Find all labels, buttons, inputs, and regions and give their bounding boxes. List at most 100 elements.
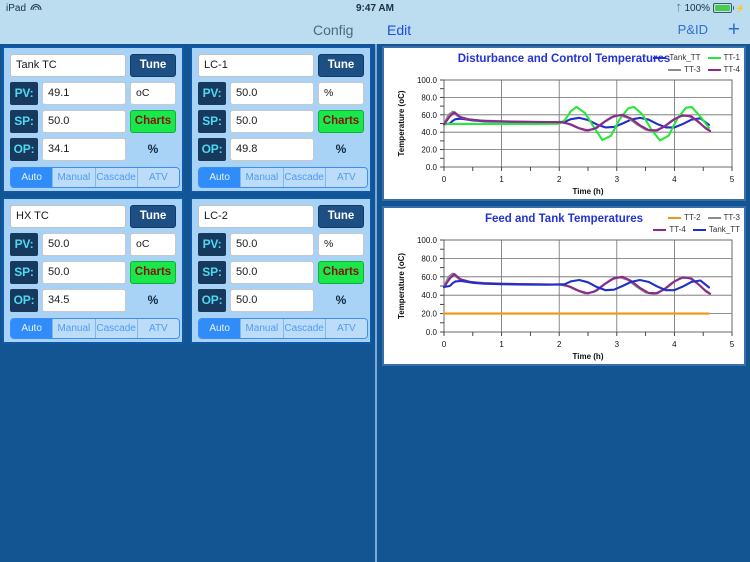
controller-tag-input[interactable]: LC-1	[198, 54, 314, 77]
legend-item: TT-1	[707, 53, 740, 63]
controller-tag-row: LC-2 Tune	[198, 205, 364, 228]
mode-option-atv[interactable]: ATV	[137, 168, 179, 187]
svg-text:5: 5	[730, 175, 735, 184]
pid-button[interactable]: P&ID	[678, 16, 708, 44]
mode-option-cascade[interactable]: Cascade	[283, 319, 326, 338]
charts-button[interactable]: Charts	[130, 110, 176, 133]
pv-value[interactable]: 50.0	[230, 233, 314, 256]
op-value[interactable]: 49.8	[230, 138, 314, 161]
mode-option-atv[interactable]: ATV	[325, 319, 367, 338]
mode-option-atv[interactable]: ATV	[325, 168, 367, 187]
pv-value[interactable]: 50.0	[42, 233, 126, 256]
mode-option-auto[interactable]: Auto	[199, 319, 242, 338]
sp-value[interactable]: 50.0	[230, 110, 314, 133]
tune-button[interactable]: Tune	[318, 205, 364, 228]
mode-option-manual[interactable]: Manual	[53, 168, 96, 187]
pv-unit: %	[318, 82, 364, 105]
sp-value[interactable]: 50.0	[42, 110, 126, 133]
status-bar-clock: 9:47 AM	[356, 2, 394, 14]
pv-label: PV:	[10, 82, 38, 105]
tune-button[interactable]: Tune	[318, 54, 364, 77]
svg-text:2: 2	[557, 340, 562, 349]
tune-button[interactable]: Tune	[130, 205, 176, 228]
mode-segmented-control[interactable]: Auto Manual Cascade ATV	[198, 318, 368, 339]
controller-panel: Tank TC Tune PV: 49.1 oC SP: 50.0 Charts OP: 34.1…	[2, 46, 184, 193]
svg-text:60.0: 60.0	[421, 111, 437, 120]
svg-text:100.0: 100.0	[417, 76, 438, 85]
legend-item: TT-3	[707, 213, 740, 223]
svg-text:80.0: 80.0	[421, 93, 437, 102]
sp-value[interactable]: 50.0	[42, 261, 126, 284]
controller-tag-input[interactable]: Tank TC	[10, 54, 126, 77]
sp-row: SP: 50.0 Charts	[10, 261, 176, 284]
pv-value[interactable]: 49.1	[42, 82, 126, 105]
battery-percent: 100%	[684, 2, 711, 14]
sp-row: SP: 50.0 Charts	[198, 261, 364, 284]
legend-swatch	[668, 216, 682, 219]
pv-value[interactable]: 50.0	[230, 82, 314, 105]
mode-segmented-control[interactable]: Auto Manual Cascade ATV	[10, 318, 180, 339]
pv-label: PV:	[198, 82, 226, 105]
mode-segmented-control[interactable]: Auto Manual Cascade ATV	[198, 167, 368, 188]
op-row: OP: 34.1%	[10, 138, 176, 161]
sp-label: SP:	[10, 110, 38, 133]
edit-button[interactable]: Edit	[387, 16, 411, 44]
controller-panel: HX TC Tune PV: 50.0 oC SP: 50.0 Charts OP: 34.5% A…	[2, 197, 184, 344]
legend-item: Tank_TT	[653, 53, 701, 63]
op-label: OP:	[198, 138, 226, 161]
mode-segmented-control[interactable]: Auto Manual Cascade ATV	[10, 167, 180, 188]
mode-option-auto[interactable]: Auto	[199, 168, 242, 187]
mode-option-cascade[interactable]: Cascade	[95, 168, 138, 187]
add-icon[interactable]: +	[728, 16, 740, 44]
mode-option-cascade[interactable]: Cascade	[95, 319, 138, 338]
mode-option-auto[interactable]: Auto	[11, 319, 54, 338]
op-unit: %	[335, 142, 347, 156]
charts-button[interactable]: Charts	[318, 261, 364, 284]
pv-unit: oC	[130, 233, 176, 256]
charts-button[interactable]: Charts	[130, 261, 176, 284]
svg-text:5: 5	[730, 340, 735, 349]
status-bar-right: ᛏ 100% ⚡	[676, 3, 745, 14]
op-row: OP: 49.8%	[198, 138, 364, 161]
legend-label: TT-3	[723, 213, 740, 223]
op-value[interactable]: 34.1	[42, 138, 126, 161]
controller-tag-input[interactable]: LC-2	[198, 205, 314, 228]
svg-text:Time (h): Time (h)	[573, 352, 604, 361]
mode-option-manual[interactable]: Manual	[53, 319, 96, 338]
bluetooth-icon: ᛏ	[676, 2, 682, 13]
sp-row: SP: 50.0 Charts	[198, 110, 364, 133]
svg-text:1: 1	[499, 175, 504, 184]
legend-label: TT-1	[723, 53, 740, 63]
pv-row: PV: 50.0 oC	[10, 233, 176, 256]
charts-button[interactable]: Charts	[318, 110, 364, 133]
pv-label: PV:	[198, 233, 226, 256]
controller-tag-input[interactable]: HX TC	[10, 205, 126, 228]
svg-text:80.0: 80.0	[421, 254, 437, 263]
legend-label: Tank_TT	[669, 53, 701, 63]
op-unit: %	[335, 293, 347, 307]
legend-item: TT-2	[668, 213, 701, 222]
mode-option-manual[interactable]: Manual	[241, 319, 284, 338]
op-value[interactable]: 34.5	[42, 289, 126, 312]
mode-option-atv[interactable]: ATV	[137, 319, 179, 338]
mode-option-cascade[interactable]: Cascade	[283, 168, 326, 187]
op-unit: %	[147, 142, 159, 156]
svg-text:1: 1	[499, 340, 504, 349]
panel-divider	[375, 44, 377, 562]
mode-option-manual[interactable]: Manual	[241, 168, 284, 187]
controller-tag-row: HX TC Tune	[10, 205, 176, 228]
controller-tag-row: Tank TC Tune	[10, 54, 176, 77]
pv-row: PV: 50.0%	[198, 233, 364, 256]
svg-text:20.0: 20.0	[421, 310, 437, 319]
op-row: OP: 50.0%	[198, 289, 364, 312]
pv-unit: %	[318, 233, 364, 256]
sp-label: SP:	[198, 261, 226, 284]
svg-text:4: 4	[672, 175, 677, 184]
op-row: OP: 34.5%	[10, 289, 176, 312]
sp-value[interactable]: 50.0	[230, 261, 314, 284]
tune-button[interactable]: Tune	[130, 54, 176, 77]
svg-text:40.0: 40.0	[421, 128, 437, 137]
op-value[interactable]: 50.0	[230, 289, 314, 312]
mode-option-auto[interactable]: Auto	[11, 168, 54, 187]
sp-label: SP:	[198, 110, 226, 133]
